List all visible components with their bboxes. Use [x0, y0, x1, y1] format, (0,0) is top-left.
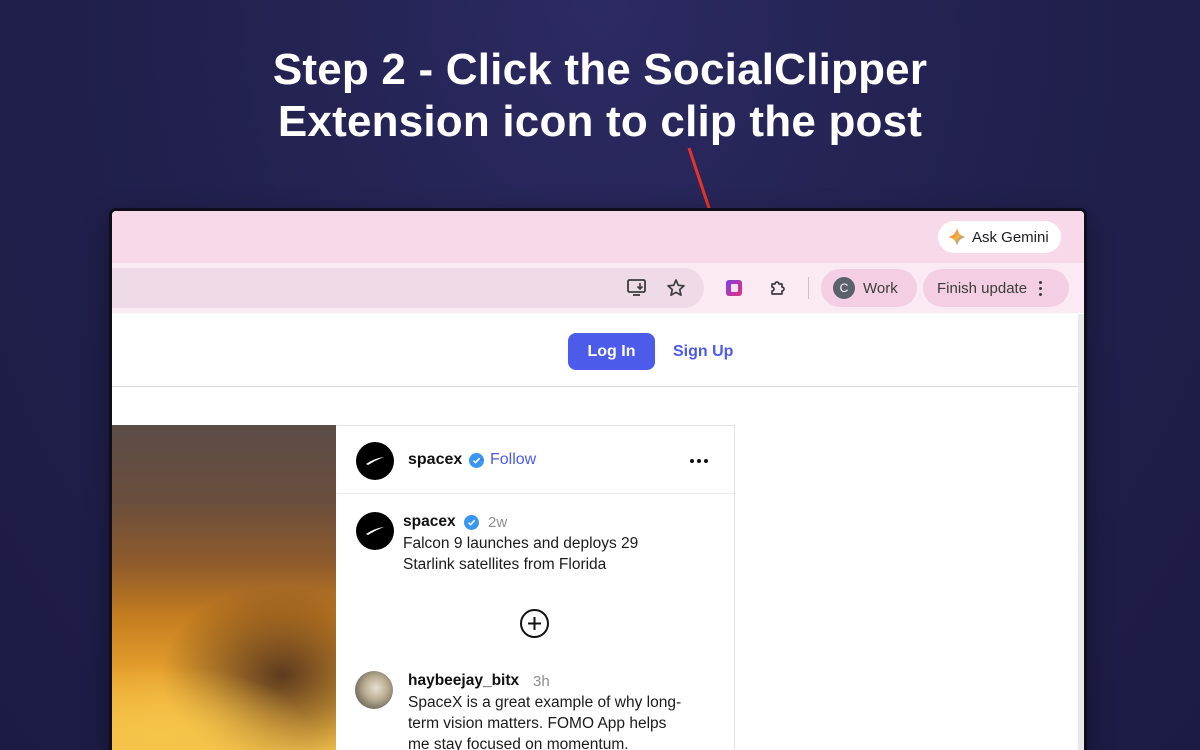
post-header: spacex · Follow — [336, 426, 734, 494]
comment-line-3: me stay focused on momentum. — [408, 736, 629, 750]
tab-strip: Ask Gemini — [112, 211, 1084, 263]
address-bar[interactable] — [112, 268, 704, 308]
caption-time: 2w — [488, 514, 508, 531]
caption-line-2: Starlink satellites from Florida — [403, 556, 607, 573]
post-panel: spacex · Follow spacex 2w Falcon 9 launc… — [336, 425, 735, 750]
page-scroll-edge — [1078, 314, 1084, 750]
headline-line-1: Step 2 - Click the SocialClipper — [272, 45, 928, 94]
comment-time: 3h — [533, 673, 550, 690]
profile-avatar: C — [833, 277, 855, 299]
toolbar-divider — [808, 277, 809, 299]
profile-label: Work — [863, 279, 898, 297]
finish-update-button[interactable]: Finish update — [923, 269, 1069, 307]
comment-line-2: term vision matters. FOMO App helps — [408, 715, 667, 732]
browser-toolbar: C Work Finish update — [112, 263, 1084, 313]
socialclipper-extension-icon[interactable] — [722, 276, 746, 300]
spacex-avatar[interactable] — [356, 442, 394, 480]
instruction-headline: Step 2 - Click the SocialClipper Extensi… — [0, 44, 1200, 148]
puzzle-piece-icon[interactable] — [766, 276, 790, 300]
signup-link[interactable]: Sign Up — [673, 333, 733, 370]
finish-update-label: Finish update — [937, 279, 1028, 297]
caption-line-1: Falcon 9 launches and deploys 29 — [403, 535, 639, 552]
install-app-icon[interactable] — [625, 276, 649, 300]
caption-avatar[interactable] — [356, 512, 394, 550]
post-image — [112, 425, 336, 750]
ask-gemini-button[interactable]: Ask Gemini — [938, 221, 1061, 253]
load-more-comments-icon[interactable] — [520, 609, 549, 638]
follow-separator: · — [479, 451, 485, 468]
login-button[interactable]: Log In — [568, 333, 655, 370]
more-options-icon[interactable] — [690, 459, 708, 463]
profile-button[interactable]: C Work — [821, 269, 917, 307]
ask-gemini-label: Ask Gemini — [972, 228, 1049, 246]
follow-button[interactable]: Follow — [490, 451, 536, 469]
caption-author[interactable]: spacex — [403, 513, 456, 531]
headline-line-2: Extension icon to clip the post — [277, 97, 923, 146]
commenter-avatar[interactable] — [355, 671, 393, 709]
site-header: Log In Sign Up — [112, 314, 1078, 387]
gemini-sparkle-icon — [948, 228, 966, 246]
comment-text: SpaceX is a great example of why long- t… — [408, 692, 681, 750]
star-icon[interactable] — [664, 276, 688, 300]
caption-text: Falcon 9 launches and deploys 29 Starlin… — [403, 533, 638, 575]
more-vertical-icon — [1039, 280, 1043, 296]
post-author[interactable]: spacex — [408, 451, 462, 469]
browser-window: Ask Gemini C Work Finish update Log In S… — [112, 211, 1084, 750]
caption-verified-badge-icon — [464, 515, 479, 530]
comment-author[interactable]: haybeejay_bitx — [408, 672, 519, 690]
comment-line-1: SpaceX is a great example of why long- — [408, 694, 682, 711]
